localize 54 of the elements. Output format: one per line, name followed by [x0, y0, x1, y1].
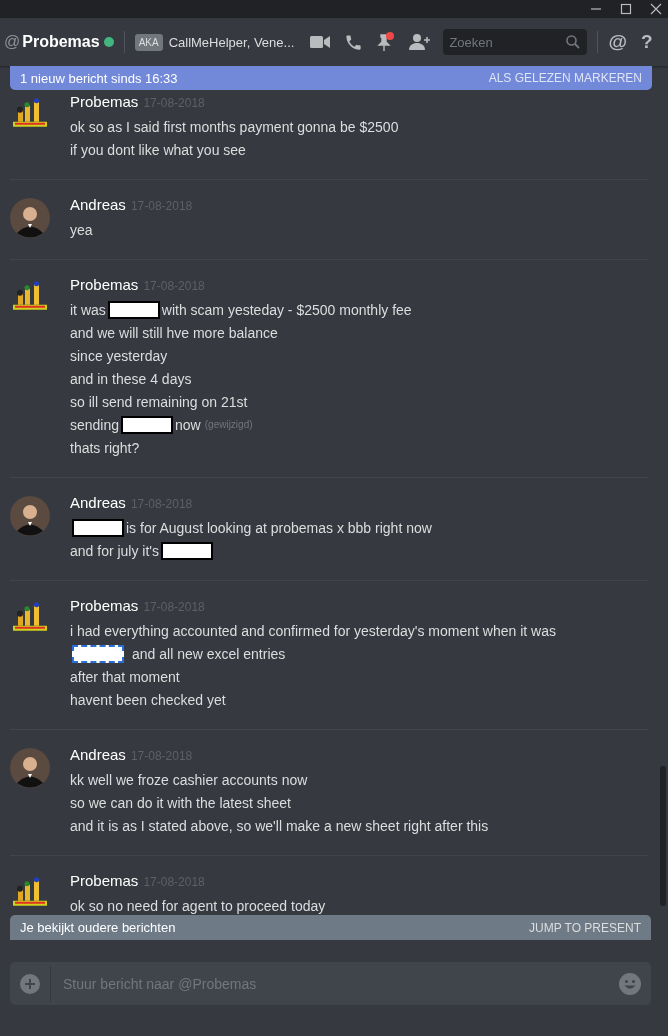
message-text: ok so no need for agent to proceed today — [70, 897, 326, 914]
message-text: it was — [70, 301, 106, 318]
author-name[interactable]: Andreas — [70, 746, 126, 763]
message-text: havent been checked yet — [70, 691, 226, 708]
pin-icon[interactable] — [377, 32, 396, 52]
author-name[interactable]: Andreas — [70, 494, 126, 511]
maximize-icon[interactable] — [620, 3, 632, 15]
banner-text: 1 nieuw bericht sinds 16:33 — [20, 70, 178, 86]
mentions-icon[interactable]: @ — [608, 31, 627, 53]
aka-badge: AKA — [134, 33, 163, 51]
message-text: kk well we froze cashier accounts now — [70, 771, 308, 788]
message-text: is for August looking at probemas x bbb right now — [126, 519, 432, 536]
avatar-icon — [10, 748, 50, 788]
message-text: i had everything accounted and confirmed for yesterday's moment when it was — [70, 622, 556, 639]
message-text: ok so as I said first months payment gonna be $2500 — [70, 118, 399, 135]
at-sign: @ — [4, 33, 21, 51]
message-text: and for july it's — [70, 542, 160, 559]
add-friend-icon[interactable] — [409, 33, 432, 51]
banner-text: Je bekijkt oudere berichten — [20, 920, 176, 935]
help-icon[interactable]: ? — [640, 31, 653, 53]
message-text: with scam yesteday - $2500 monthly fee — [161, 301, 412, 318]
avatar-logo-icon — [13, 877, 47, 906]
avatar-logo-icon — [13, 281, 47, 310]
channel-name: Probemas — [22, 33, 100, 51]
message-text: if you dont like what you see — [70, 141, 246, 158]
search-icon — [566, 35, 581, 49]
author-name[interactable]: Probemas — [70, 93, 139, 110]
message-text: and in these 4 days — [70, 370, 192, 387]
avatar-logo-icon — [13, 602, 47, 631]
message-text: now — [175, 416, 201, 433]
message-text: so we can do it with the latest sheet — [70, 794, 291, 811]
author-name[interactable]: Probemas — [70, 597, 139, 614]
phone-icon[interactable] — [344, 32, 364, 52]
avatar-icon — [10, 496, 50, 536]
message-text: and all new excel entries — [132, 645, 286, 662]
message-text: since yesterday — [70, 347, 168, 364]
aka-names: CallMeHelper, Vene... — [168, 34, 295, 50]
author-name[interactable]: Andreas — [70, 196, 126, 213]
close-icon[interactable] — [650, 3, 662, 15]
search-field[interactable]: Zoeken — [443, 29, 588, 55]
message-text: yea — [70, 221, 93, 238]
edited-label: (gewijzigd) — [204, 419, 253, 430]
author-name[interactable]: Probemas — [70, 872, 139, 889]
message-text: and it is as I stated above, so we'll make a new sheet right after this — [70, 817, 489, 834]
avatar-icon — [10, 198, 50, 238]
author-name[interactable]: Probemas — [70, 276, 139, 293]
message-text: and we will still hve more balance — [70, 324, 278, 341]
scrollbar[interactable] — [660, 766, 666, 906]
avatar-logo-icon — [13, 98, 47, 127]
message-text: so ill send remaining on 21st — [70, 393, 248, 410]
message-text: after that moment — [70, 668, 180, 685]
video-call-icon[interactable] — [310, 35, 331, 49]
message-text: sending — [70, 416, 120, 433]
message-text: thats right? — [70, 439, 140, 456]
